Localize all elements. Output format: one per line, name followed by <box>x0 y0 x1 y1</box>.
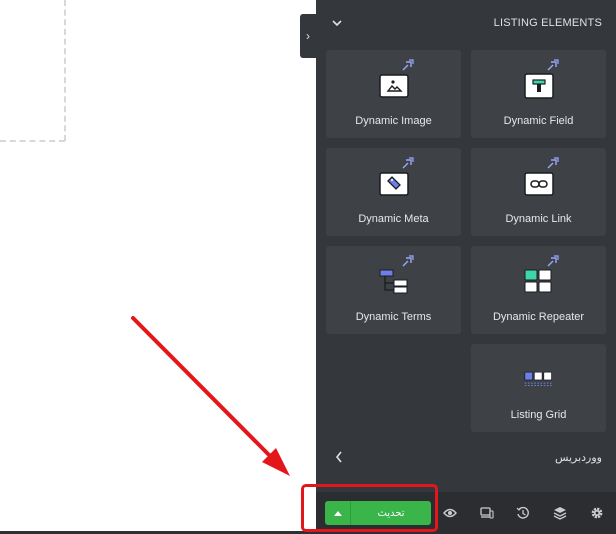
section-header[interactable]: LISTING ELEMENTS <box>316 0 616 46</box>
widget-label: Dynamic Field <box>503 115 574 127</box>
widget-listing-grid[interactable]: Listing Grid <box>471 344 606 432</box>
grid-icon <box>523 367 554 393</box>
tag-icon <box>378 171 409 197</box>
widget-grid: Dynamic Image Dynamic Field Dynamic Meta <box>326 50 610 432</box>
section-dashed-border-bottom <box>0 140 65 142</box>
highlight-box <box>301 484 438 532</box>
settings-gear-icon[interactable] <box>589 505 605 521</box>
terms-tree-icon <box>379 269 409 295</box>
text-field-icon <box>523 73 554 99</box>
pro-badge-icon <box>402 255 414 267</box>
widget-dynamic-meta[interactable]: Dynamic Meta <box>326 148 461 236</box>
preview-eye-icon[interactable] <box>442 505 458 521</box>
preview-canvas[interactable] <box>0 0 316 534</box>
history-icon[interactable] <box>515 505 531 521</box>
widget-dynamic-link[interactable]: Dynamic Link <box>471 148 606 236</box>
widget-label: Dynamic Meta <box>358 213 429 225</box>
section-title: LISTING ELEMENTS <box>493 17 602 29</box>
widget-label: Dynamic Image <box>355 115 432 127</box>
widget-dynamic-image[interactable]: Dynamic Image <box>326 50 461 138</box>
widget-label: Dynamic Link <box>505 213 572 225</box>
chevron-down-icon[interactable] <box>330 16 344 30</box>
chevron-left-icon[interactable] <box>332 451 346 463</box>
widget-label: Listing Grid <box>510 409 567 421</box>
pro-badge-icon <box>547 157 559 169</box>
panel-collapse-toggle[interactable]: › <box>300 14 316 58</box>
widget-dynamic-field[interactable]: Dynamic Field <box>471 50 606 138</box>
site-nav[interactable]: ووردبريس <box>316 440 616 474</box>
section-dashed-border <box>64 0 66 141</box>
repeater-icon <box>524 269 554 295</box>
responsive-devices-icon[interactable] <box>479 505 495 521</box>
pro-badge-icon <box>547 255 559 267</box>
pro-badge-icon <box>402 59 414 71</box>
widgets-panel: LISTING ELEMENTS Dynamic Image Dynamic F… <box>316 0 616 534</box>
widget-label: Dynamic Terms <box>355 311 432 323</box>
widget-dynamic-repeater[interactable]: Dynamic Repeater <box>471 246 606 334</box>
pro-badge-icon <box>402 157 414 169</box>
pro-badge-icon <box>547 59 559 71</box>
widget-label: Dynamic Repeater <box>492 311 585 323</box>
link-icon <box>523 171 554 197</box>
widget-dynamic-terms[interactable]: Dynamic Terms <box>326 246 461 334</box>
image-icon <box>378 73 409 99</box>
chevron-right-icon: › <box>306 29 310 43</box>
editor-screen: › LISTING ELEMENTS Dynamic Image Dynamic… <box>0 0 616 534</box>
layers-icon[interactable] <box>552 505 568 521</box>
site-name[interactable]: ووردبريس <box>555 451 602 464</box>
